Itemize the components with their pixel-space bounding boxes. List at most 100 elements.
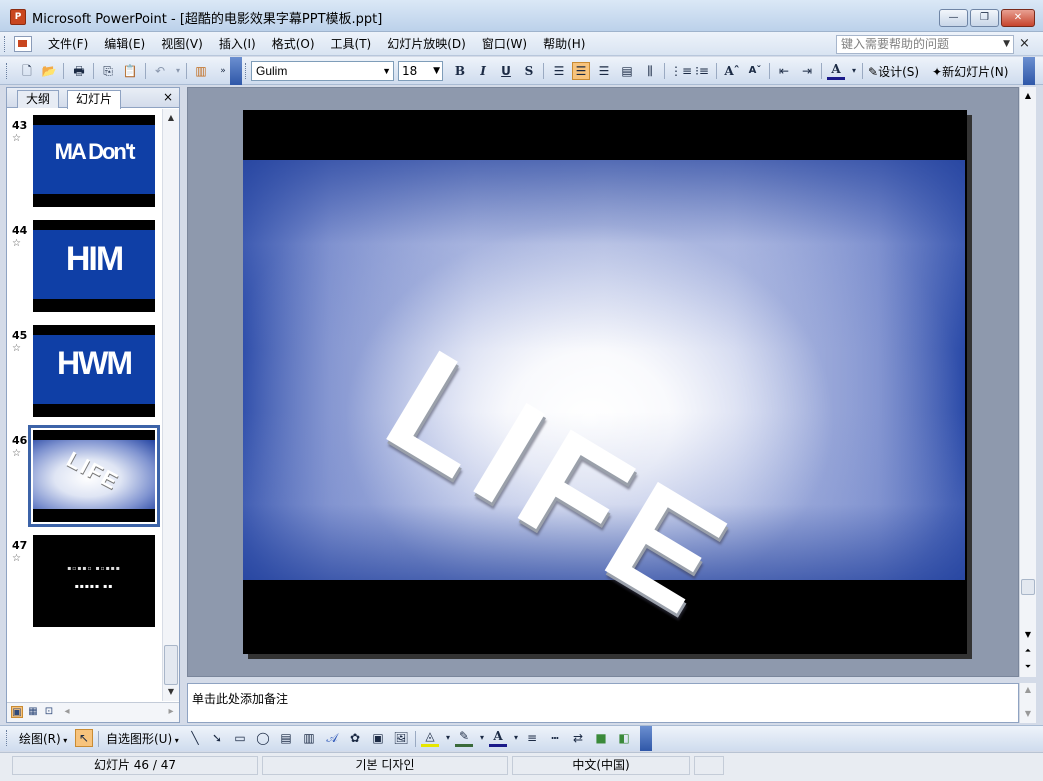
underline-button[interactable]: U <box>497 62 515 80</box>
toolbar-grip[interactable] <box>6 63 9 79</box>
undo-dropdown-icon[interactable]: ▾ <box>169 62 187 80</box>
tab-slides[interactable]: 幻灯片 <box>67 90 122 109</box>
current-slide[interactable]: LIFE <box>243 110 967 654</box>
new-document-icon[interactable]: 🗋 <box>18 62 36 80</box>
menu-window[interactable]: 窗口(W) <box>474 36 535 52</box>
distribute-icon[interactable]: ⫼ <box>641 62 659 80</box>
font-name-select[interactable]: Gulim ▼ <box>251 61 394 81</box>
line-color-icon[interactable]: ✎ <box>455 729 473 747</box>
normal-view-icon[interactable]: ▣ <box>11 706 23 718</box>
dash-style-icon[interactable]: ┅ <box>546 729 564 747</box>
powerpoint-app-icon[interactable]: P <box>10 9 26 25</box>
next-slide-icon[interactable]: ⏷ <box>1020 659 1036 675</box>
notes-scrollbar[interactable]: ▲ ▼ <box>1019 683 1036 723</box>
scroll-left-icon[interactable]: ◂ <box>61 706 73 718</box>
slide-sorter-icon[interactable]: ▦ <box>27 706 39 718</box>
menubar-grip[interactable] <box>4 36 7 52</box>
vertical-text-box-icon[interactable]: ▥ <box>300 729 318 747</box>
clip-art-icon[interactable]: ▣ <box>369 729 387 747</box>
wordart-icon[interactable]: 𝒜 <box>323 729 341 747</box>
scroll-up-icon[interactable]: ▲ <box>1020 685 1036 694</box>
scrollbar-thumb[interactable] <box>1021 579 1035 595</box>
close-button[interactable]: ✕ <box>1001 9 1035 27</box>
toolbar-overflow-handle[interactable] <box>230 57 242 85</box>
scroll-down-icon[interactable]: ▼ <box>163 683 179 700</box>
font-color-button[interactable]: A <box>827 62 845 80</box>
slide-thumbnail-46[interactable]: LIFE <box>28 425 160 527</box>
align-right-icon[interactable]: ☰ <box>595 62 613 80</box>
print-icon[interactable]: 🖶 <box>70 62 88 80</box>
chevron-down-icon[interactable]: ▼ <box>1003 36 1010 53</box>
scroll-right-icon[interactable]: ▸ <box>165 706 177 718</box>
select-objects-icon[interactable]: ↖ <box>75 729 93 747</box>
draw-menu-button[interactable]: 绘图(R) ▾ <box>19 730 67 747</box>
line-icon[interactable]: ╲ <box>186 729 204 747</box>
arrow-icon[interactable]: ➘ <box>208 729 226 747</box>
design-button[interactable]: ✎设计(S) <box>868 63 919 80</box>
align-center-icon[interactable]: ☰ <box>572 62 590 80</box>
fill-color-icon[interactable]: ◬ <box>421 729 439 747</box>
scroll-down-icon[interactable]: ▼ <box>1020 627 1036 643</box>
copy-icon[interactable]: ⎘ <box>99 62 117 80</box>
toolbar-grip[interactable] <box>6 730 9 746</box>
document-icon[interactable] <box>14 36 32 52</box>
help-search-input[interactable]: 键入需要帮助的问题 ▼ <box>836 35 1014 54</box>
transition-star-icon[interactable]: ☆ <box>12 448 21 459</box>
toolbar-grip[interactable] <box>245 63 248 79</box>
menu-slideshow[interactable]: 幻灯片放映(D) <box>379 36 474 52</box>
slideshow-view-icon[interactable]: ⊡ <box>43 706 55 718</box>
scroll-down-icon[interactable]: ▼ <box>1020 709 1036 718</box>
transition-star-icon[interactable]: ☆ <box>12 343 21 354</box>
slide-editing-area[interactable]: LIFE <box>187 87 1019 677</box>
decrease-font-icon[interactable]: Aˇ <box>746 62 764 80</box>
document-close-icon[interactable]: × <box>1019 36 1030 51</box>
shadow-button[interactable]: S <box>520 62 538 80</box>
notes-pane[interactable]: 单击此处添加备注 <box>187 683 1019 723</box>
chevron-down-icon[interactable]: ▼ <box>382 62 391 80</box>
paste-icon[interactable]: 📋 <box>121 62 139 80</box>
arrow-style-icon[interactable]: ⇄ <box>569 729 587 747</box>
line-style-icon[interactable]: ≡ <box>523 729 541 747</box>
oval-icon[interactable]: ◯ <box>254 729 272 747</box>
text-box-icon[interactable]: ▤ <box>277 729 295 747</box>
rectangle-icon[interactable]: ▭ <box>231 729 249 747</box>
menu-help[interactable]: 帮助(H) <box>535 36 593 52</box>
increase-indent-icon[interactable]: ⇥ <box>798 62 816 80</box>
diagram-icon[interactable]: ✿ <box>346 729 364 747</box>
pane-close-icon[interactable]: × <box>163 90 173 104</box>
font-color-icon[interactable]: A <box>489 729 507 747</box>
chevron-down-icon[interactable]: ▼ <box>433 62 440 80</box>
italic-button[interactable]: I <box>474 62 492 80</box>
menu-insert[interactable]: 插入(I) <box>211 36 264 52</box>
toolbar-overflow-handle[interactable] <box>640 726 652 751</box>
transition-star-icon[interactable]: ☆ <box>12 133 21 144</box>
decrease-indent-icon[interactable]: ⇤ <box>775 62 793 80</box>
open-icon[interactable]: 📂 <box>40 62 58 80</box>
menu-view[interactable]: 视图(V) <box>153 36 211 52</box>
scrollbar-thumb[interactable] <box>164 645 178 685</box>
new-slide-button[interactable]: ✦新幻灯片(N) <box>932 63 1008 80</box>
restore-button[interactable]: ❐ <box>970 9 999 27</box>
justify-icon[interactable]: ▤ <box>618 62 636 80</box>
minimize-button[interactable]: — <box>939 9 968 27</box>
insert-picture-icon[interactable]: 🖼 <box>392 729 410 747</box>
scroll-up-icon[interactable]: ▲ <box>163 109 179 126</box>
3d-style-icon[interactable]: ◧ <box>615 729 633 747</box>
transition-star-icon[interactable]: ☆ <box>12 553 21 564</box>
slide-thumbnail-45[interactable]: HWM <box>33 325 155 417</box>
menu-tools[interactable]: 工具(T) <box>323 36 380 52</box>
align-left-icon[interactable]: ☰ <box>550 62 568 80</box>
tab-outline[interactable]: 大纲 <box>17 90 60 108</box>
scroll-up-icon[interactable]: ▲ <box>1020 87 1036 104</box>
slide-thumbnail-47[interactable]: ▪▫▪▪▫ ▪▫▪▪▪ ▪▪▪▪▪ ▪▪ <box>33 535 155 627</box>
menu-file[interactable]: 文件(F) <box>40 36 96 52</box>
main-scrollbar[interactable]: ▲ ▼ ⏶ ⏷ <box>1019 87 1036 677</box>
undo-icon[interactable]: ↶ <box>151 62 169 80</box>
font-size-select[interactable]: 18 ▼ <box>398 61 443 81</box>
slide-thumbnail-44[interactable]: HIM <box>33 220 155 312</box>
toolbar-overflow-handle[interactable] <box>1023 57 1035 85</box>
slides-pane-scrollbar[interactable]: ▲ ▼ <box>162 109 179 701</box>
bold-button[interactable]: B <box>451 62 469 80</box>
previous-slide-icon[interactable]: ⏶ <box>1020 643 1036 659</box>
shadow-style-icon[interactable]: ■ <box>592 729 610 747</box>
